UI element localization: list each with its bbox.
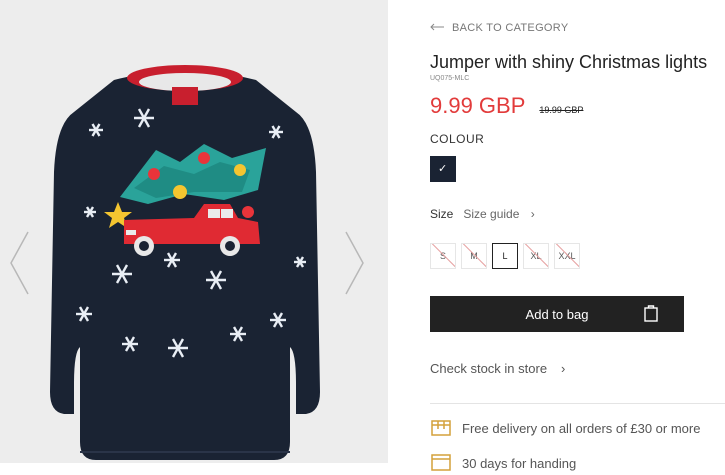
gallery-next-arrow[interactable]: [342, 228, 366, 298]
size-guide-label: Size guide: [463, 207, 520, 221]
price-block: 9.99 GBP 19.99 GBP: [430, 93, 583, 119]
size-option-label: XXL: [558, 251, 576, 261]
product-details-panel: BACK TO CATEGORY Jumper with shiny Chris…: [388, 0, 725, 471]
divider: [430, 403, 725, 404]
size-option-xl[interactable]: XL: [523, 243, 549, 269]
calendar-icon: [430, 452, 452, 475]
size-option-label: M: [470, 251, 478, 261]
delivery-text: Free delivery on all orders of £30 or mo…: [462, 421, 701, 436]
checkmark-icon: ✓: [438, 163, 448, 175]
returns-info: 30 days for handing: [430, 452, 576, 475]
current-price: 9.99 GBP: [430, 93, 526, 118]
product-sku: UQ075-MLC: [430, 75, 470, 82]
product-gallery: [0, 0, 388, 463]
colour-label: COLOUR: [430, 132, 485, 146]
product-title: Jumper with shiny Christmas lights: [430, 52, 708, 72]
delivery-info: Free delivery on all orders of £30 or mo…: [430, 417, 700, 440]
back-to-category-label: BACK TO CATEGORY: [452, 22, 569, 34]
original-price: 19.99 GBP: [539, 105, 584, 115]
shopping-bag-icon: [644, 304, 658, 325]
arrow-left-icon: [430, 22, 444, 34]
size-option-l[interactable]: L: [492, 243, 518, 269]
size-option-label: L: [502, 251, 508, 261]
size-option-s[interactable]: S: [430, 243, 456, 269]
check-stock-label: Check stock in store: [430, 361, 548, 376]
delivery-box-icon: [430, 417, 452, 440]
size-option-label: XL: [530, 251, 542, 261]
size-row: Size Size guide ›: [430, 207, 535, 221]
size-option-xxl[interactable]: XXL: [554, 243, 580, 269]
product-image: [50, 65, 320, 460]
chevron-right-icon: ›: [561, 361, 566, 376]
size-label: Size: [430, 207, 454, 221]
add-to-bag-button[interactable]: Add to bag: [430, 296, 684, 332]
size-option-m[interactable]: M: [461, 243, 487, 269]
back-to-category-link[interactable]: BACK TO CATEGORY: [430, 22, 568, 34]
gallery-prev-arrow[interactable]: [8, 228, 32, 298]
colour-swatch-navy[interactable]: ✓: [430, 156, 456, 182]
size-selector: S M L XL XXL: [430, 243, 580, 269]
add-to-bag-label: Add to bag: [525, 306, 589, 322]
size-option-label: S: [439, 251, 446, 261]
chevron-right-icon: ›: [530, 207, 535, 221]
check-stock-link[interactable]: Check stock in store ›: [430, 361, 565, 376]
size-guide-link[interactable]: Size guide ›: [463, 207, 534, 221]
returns-text: 30 days for handing: [462, 456, 577, 471]
